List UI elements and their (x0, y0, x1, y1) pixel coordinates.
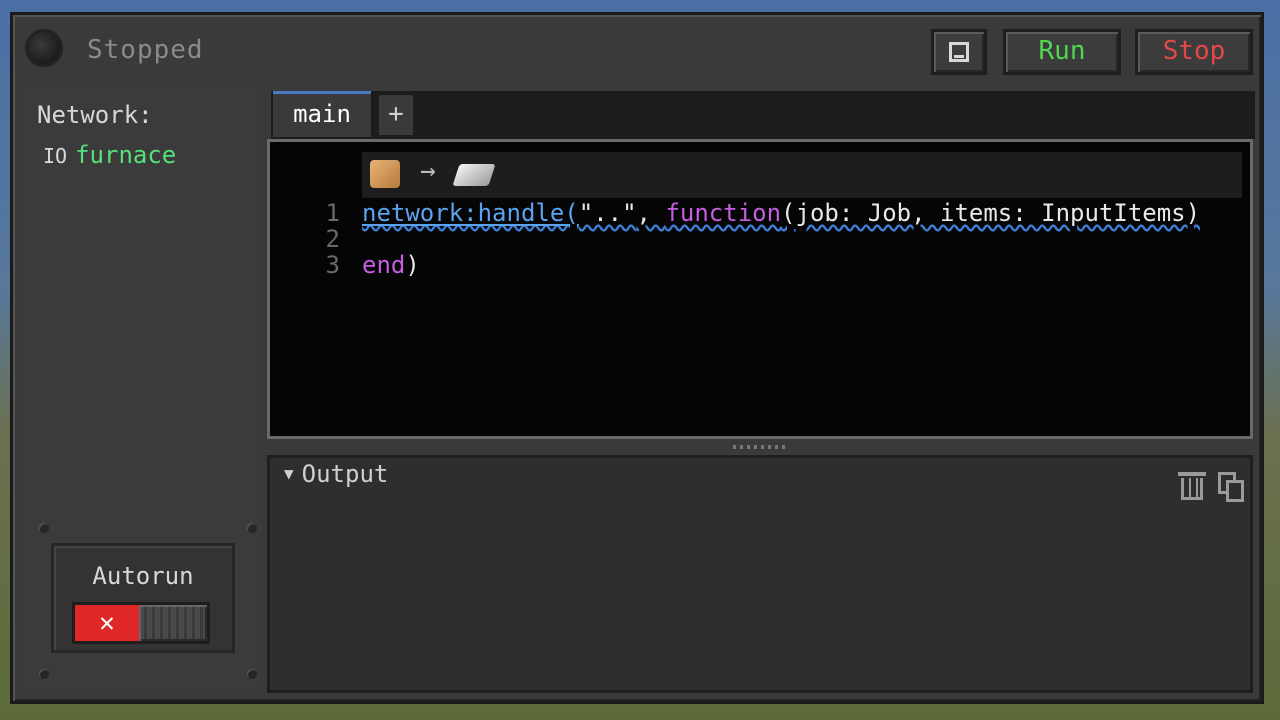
autorun-toggle[interactable]: ✕ (72, 602, 210, 644)
copy-icon[interactable] (1218, 472, 1246, 502)
code-token: function (665, 199, 782, 227)
line-number: 1 (325, 199, 340, 227)
screw-icon (247, 523, 257, 533)
collapse-icon: ▼ (284, 464, 294, 483)
network-label: Network: (37, 101, 153, 129)
sidebar: Network: IO furnace Autorun ✕ (19, 85, 263, 693)
output-title: Output (301, 460, 389, 488)
code-token: ) (405, 251, 420, 279)
code-line[interactable]: 1 network:handle("..", function(job: Job… (270, 200, 1250, 226)
output-panel: ▼ Output (267, 455, 1253, 693)
line-number: 3 (325, 251, 340, 279)
add-tab-button[interactable]: + (379, 95, 413, 135)
tab-bar: main + (271, 91, 1255, 139)
status-indicator-icon (25, 29, 63, 67)
code-token: , (636, 199, 666, 227)
device-kind: IO (43, 144, 68, 168)
screw-icon (247, 669, 257, 679)
code-token: (job: Job, items: InputItems) (781, 199, 1201, 227)
ore-icon (370, 160, 400, 188)
device-item[interactable]: IO furnace (43, 141, 176, 169)
top-bar: Stopped Run Stop (13, 15, 1261, 85)
status-label: Stopped (87, 35, 204, 65)
run-button[interactable]: Run (1003, 29, 1121, 75)
code-lines[interactable]: 1 network:handle("..", function(job: Job… (270, 200, 1250, 278)
output-header[interactable]: ▼ Output (284, 460, 388, 488)
toggle-off-icon: ✕ (75, 605, 139, 641)
trash-icon[interactable] (1178, 472, 1206, 502)
screw-icon (39, 669, 49, 679)
code-line[interactable]: 3 end) (270, 252, 1250, 278)
screw-icon (39, 523, 49, 533)
code-token: network:handle( (362, 199, 579, 227)
recipe-hint: → (362, 152, 1242, 198)
docs-button[interactable] (931, 29, 987, 75)
code-editor[interactable]: → 1 network:handle("..", function(job: J… (267, 139, 1253, 439)
split-handle[interactable] (733, 445, 789, 449)
toggle-knob[interactable] (139, 605, 207, 641)
arrow-icon: → (420, 156, 436, 186)
autorun-label: Autorun (92, 562, 194, 590)
code-line[interactable]: 2 (270, 226, 1250, 252)
code-text[interactable]: end) (362, 252, 420, 278)
program-window: Stopped Run Stop Network: IO furnace Auto… (10, 12, 1264, 704)
stop-button[interactable]: Stop (1135, 29, 1253, 75)
ingot-icon (452, 164, 496, 186)
code-text[interactable]: network:handle("..", function(job: Job, … (362, 200, 1200, 226)
book-icon (949, 42, 969, 62)
line-number: 2 (325, 225, 340, 253)
device-name: furnace (75, 141, 177, 169)
code-token: ".." (578, 199, 637, 227)
code-token: end (362, 251, 406, 279)
tab-main[interactable]: main (273, 91, 371, 137)
autorun-panel: Autorun ✕ (51, 543, 235, 653)
